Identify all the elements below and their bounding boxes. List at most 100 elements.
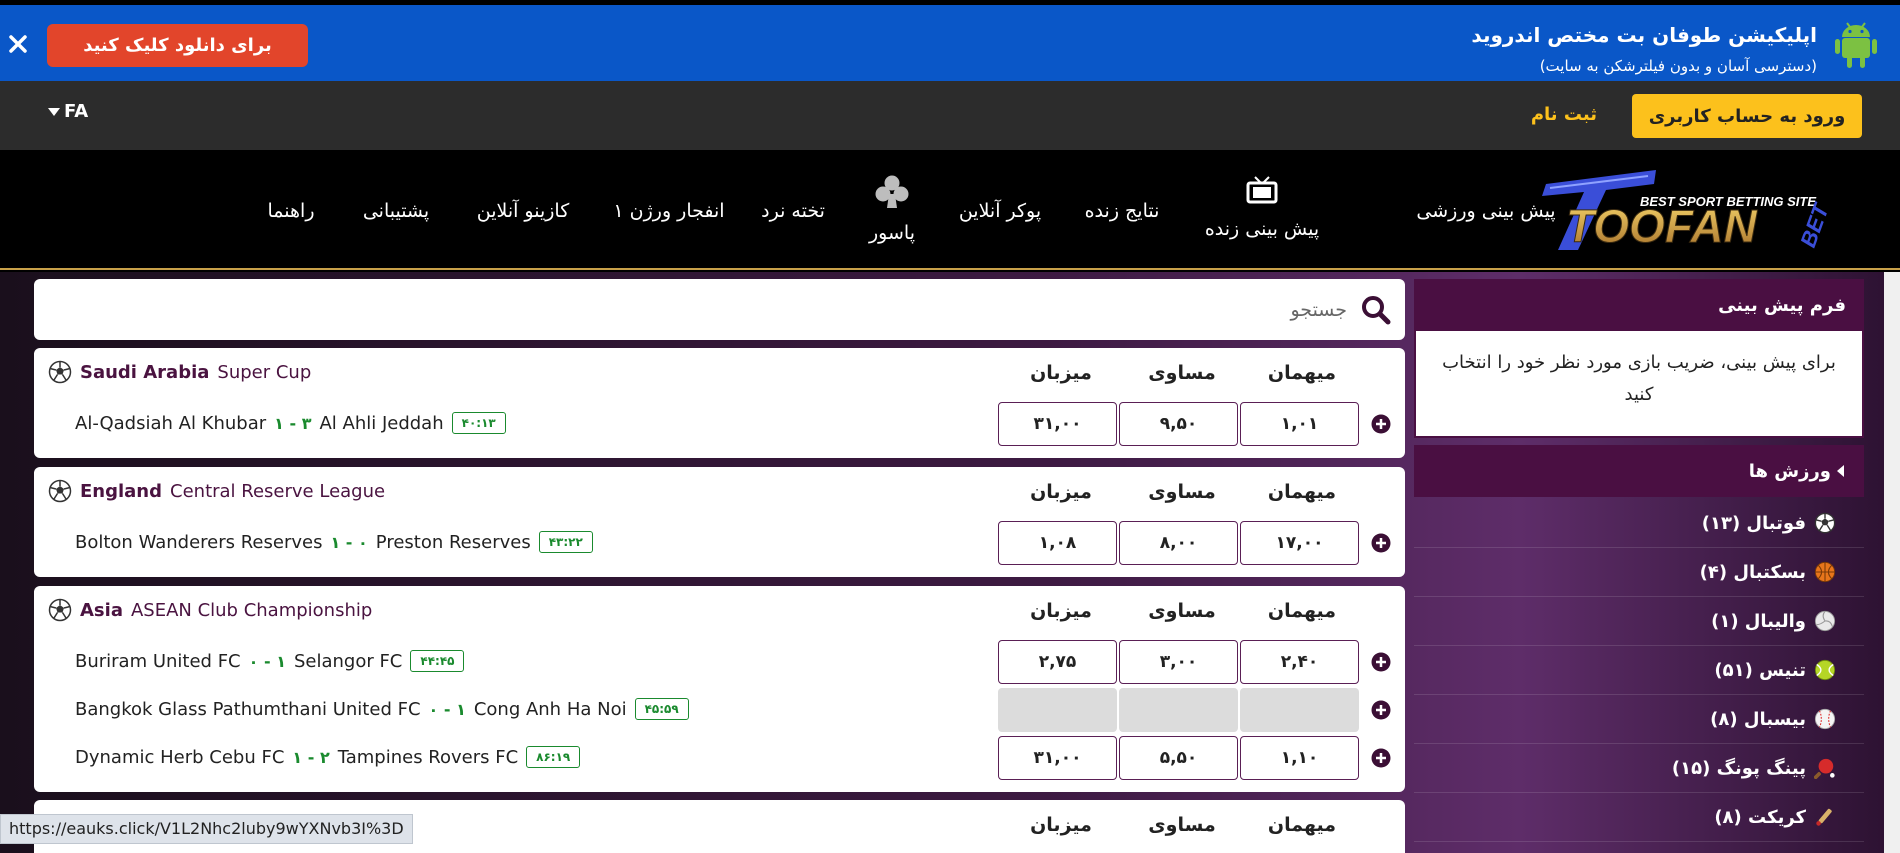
sport-label: والیبال (۱) [1711,610,1806,632]
odds-header-home: میزبان [1030,481,1092,503]
sport-label: تنیس (۵۱) [1714,659,1806,681]
home-team: Dynamic Herb Cebu FC [75,746,285,768]
odd-home-locked [998,688,1117,732]
plus-circle-icon[interactable] [1371,414,1391,434]
match-time-badge: ۴۰:۱۳ [451,412,506,434]
ping-pong-icon [1814,758,1835,779]
banner-subtitle: (دسترسی آسان و بدون فیلترشکن به سایت) [1539,57,1817,75]
league-card: Saudi Arabia Super Cup میهمان مساوی میزب… [34,348,1405,458]
caret-down-icon [48,107,60,116]
home-team: Bangkok Glass Pathumthani United FC [75,698,421,720]
sport-item-cricket[interactable]: کریکت (۸) [1414,793,1864,842]
plus-circle-icon[interactable] [1371,652,1391,672]
account-bar: FA ورود به حساب کاربری ثبت نام [0,81,1900,150]
home-team: Al-Qadsiah Al Khubar [75,412,267,434]
odd-away-button[interactable]: ۱,۰۱ [1240,402,1359,446]
baseball-icon [1814,708,1836,730]
nav-sports-betting[interactable]: پیش بینی ورزشی [1416,200,1555,222]
register-link[interactable]: ثبت نام [1531,104,1597,125]
sport-label: پینگ پونگ (۱۵) [1671,757,1806,779]
tennis-ball-icon [1814,659,1836,681]
odd-draw-button[interactable]: ۳,۰۰ [1119,640,1238,684]
sport-item-baseball[interactable]: بیسبال (۸) [1414,695,1864,744]
soccer-ball-icon [48,598,72,622]
banner-title: اپلیکیشن طوفان بت مختص اندروید [1471,23,1817,47]
sports-menu-header[interactable]: ورزش ها [1414,445,1864,497]
away-team: Selangor FC [293,650,403,672]
main-content: Saudi Arabia Super Cup میهمان مساوی میزب… [0,272,1900,853]
sport-label: بسکتبال (۴) [1699,561,1806,583]
plus-circle-icon[interactable] [1371,700,1391,720]
odd-home-button[interactable]: ۱,۰۸ [998,521,1117,565]
match-score: ۰ - ۱ [428,699,466,719]
odd-draw-button[interactable]: ۵,۵۰ [1119,736,1238,780]
odd-home-button[interactable]: ۲,۷۵ [998,640,1117,684]
sport-item-tennis[interactable]: تنیس (۵۱) [1414,646,1864,695]
sport-item-ping-pong[interactable]: پینگ پونگ (۱۵) [1414,744,1864,793]
nav-live-betting[interactable]: پیش بینی زنده [1205,218,1319,240]
odd-draw-button[interactable]: ۹,۵۰ [1119,402,1238,446]
nav-guide[interactable]: راهنما [268,200,315,222]
league-header: Asia ASEAN Club Championship [48,598,372,622]
close-icon[interactable] [8,34,28,54]
odds-header-draw: مساوی [1148,362,1216,384]
sport-item-basketball[interactable]: بسکتبال (۴) [1414,548,1864,597]
odd-away-button[interactable]: ۱۷,۰۰ [1240,521,1359,565]
search-icon[interactable] [1361,295,1391,325]
language-selector[interactable]: FA [48,101,88,122]
league-name: Super Cup [217,361,312,383]
nav-support[interactable]: پشتیبانی [363,200,429,222]
bet-slip-message: برای پیش بینی، ضریب بازی مورد نظر خود را… [1442,352,1836,405]
club-icon[interactable] [874,174,910,210]
nav-live-results[interactable]: نتایج زنده [1085,200,1160,222]
soccer-ball-icon [48,360,72,384]
odd-home-button[interactable]: ۳۱,۰۰ [998,402,1117,446]
league-country: England [80,480,163,502]
sport-item-volleyball[interactable]: والیبال (۱) [1414,597,1864,646]
odds-header-home: میزبان [1030,600,1092,622]
odds-header-away: میهمان [1267,814,1337,836]
soccer-ball-icon [48,479,72,503]
odds-header-draw: مساوی [1148,600,1216,622]
basketball-icon [1814,561,1836,583]
home-team: Bolton Wanderers Reserves [75,531,323,553]
match-time-badge: ۸۶:۱۹ [526,746,581,768]
odd-draw-button[interactable]: ۸,۰۰ [1119,521,1238,565]
odds-header-away: میهمان [1267,362,1337,384]
download-app-button[interactable]: برای دانلود کلیک کنید [47,24,308,67]
nav-online-poker[interactable]: پوکر آنلاین [959,200,1041,222]
match-time-badge: ۴۳:۲۲ [538,531,593,553]
nav-pasoor[interactable]: پاسور [869,222,915,244]
odd-home-button[interactable]: ۳۱,۰۰ [998,736,1117,780]
plus-circle-icon[interactable] [1371,533,1391,553]
nav-backgammon[interactable]: تخته نرد [761,200,825,222]
search-input[interactable] [67,297,1347,323]
match-score: ۰ - ۱ [248,651,286,671]
match-score: ۱ - ۲ [292,747,330,767]
away-team: Tampines Rovers FC [337,746,519,768]
main-navigation: BEST SPORT BETTING SITE TOOFAN BET پیش ب… [0,150,1900,270]
sport-item-football[interactable]: فوتبال (۱۳) [1414,499,1864,548]
league-name: Central Reserve League [170,480,386,502]
league-name: ASEAN Club Championship [130,599,373,621]
plus-circle-icon[interactable] [1371,748,1391,768]
toofanbet-logo[interactable]: BEST SPORT BETTING SITE TOOFAN BET [1536,166,1844,252]
league-header: Saudi Arabia Super Cup [48,360,311,384]
home-team: Buriram United FC [75,650,241,672]
volleyball-icon [1814,610,1836,632]
league-card: Asia ASEAN Club Championship میهمان مساو… [34,586,1405,792]
away-team: Al Ahli Jeddah [319,412,444,434]
odds-header-home: میزبان [1030,814,1092,836]
match-time-badge: ۴۴:۴۵ [410,650,465,672]
login-button[interactable]: ورود به حساب کاربری [1632,94,1862,138]
odd-away-button[interactable]: ۱,۱۰ [1240,736,1359,780]
odd-away-button[interactable]: ۲,۴۰ [1240,640,1359,684]
match-teams: Bangkok Glass Pathumthani United FC ۰ - … [75,698,689,720]
tv-icon[interactable] [1246,176,1278,204]
cricket-icon [1816,808,1832,826]
nav-online-casino[interactable]: کازینو آنلاین [477,200,570,222]
nav-crash-game[interactable]: انفجار ورژن ۱ [613,200,724,222]
match-time-badge: ۴۵:۵۹ [634,698,689,720]
league-card: England Central Reserve League میهمان مس… [34,467,1405,577]
scrollbar-track[interactable] [1884,272,1900,853]
